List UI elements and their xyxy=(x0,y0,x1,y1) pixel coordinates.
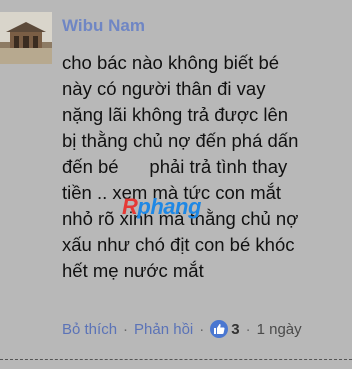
avatar-image xyxy=(0,12,52,64)
like-count[interactable]: 3 xyxy=(231,321,239,338)
comment-line: xấu như chó địt con bé khóc xyxy=(62,234,295,255)
comment-line: nặng lãi không trả được lên xyxy=(62,104,289,125)
comment-line: bị thằng chủ nợ đến phá dấn xyxy=(62,130,299,151)
reply-link[interactable]: Phản hồi xyxy=(134,321,193,338)
watermark-logo: Rphang xyxy=(122,194,201,220)
watermark-text: phang xyxy=(137,194,201,219)
comment-author[interactable]: Wibu Nam xyxy=(62,16,145,36)
watermark-letter: R xyxy=(122,194,138,219)
comment-line: này có người thân đi vay xyxy=(62,78,266,99)
divider xyxy=(0,359,352,360)
comment-line: nhỏ rõ xinh mà thằng chủ nợ xyxy=(62,208,299,229)
separator-dot: · xyxy=(245,320,251,338)
thumbs-up-icon[interactable] xyxy=(210,320,229,338)
separator-dot: · xyxy=(199,320,205,338)
separator-dot: · xyxy=(123,320,129,338)
comment-line: tiền .. xem mà tức con mắt xyxy=(62,182,282,203)
comment-line: cho bác nào không biết bé xyxy=(62,52,280,73)
unlike-link[interactable]: Bỏ thích xyxy=(62,321,117,338)
comment-line: đến bé phải trả tình thay xyxy=(62,156,288,177)
comment-timestamp[interactable]: 1 ngày xyxy=(257,321,302,338)
comment: Wibu Nam cho bác nào không biết bé này c… xyxy=(0,0,352,369)
avatar[interactable] xyxy=(0,12,52,64)
comment-text: cho bác nào không biết bé này có người t… xyxy=(62,50,346,284)
comment-actions: Bỏ thích · Phản hồi · 3 · 1 ngày xyxy=(62,318,302,340)
comment-line: hết mẹ nước mắt xyxy=(62,260,204,281)
